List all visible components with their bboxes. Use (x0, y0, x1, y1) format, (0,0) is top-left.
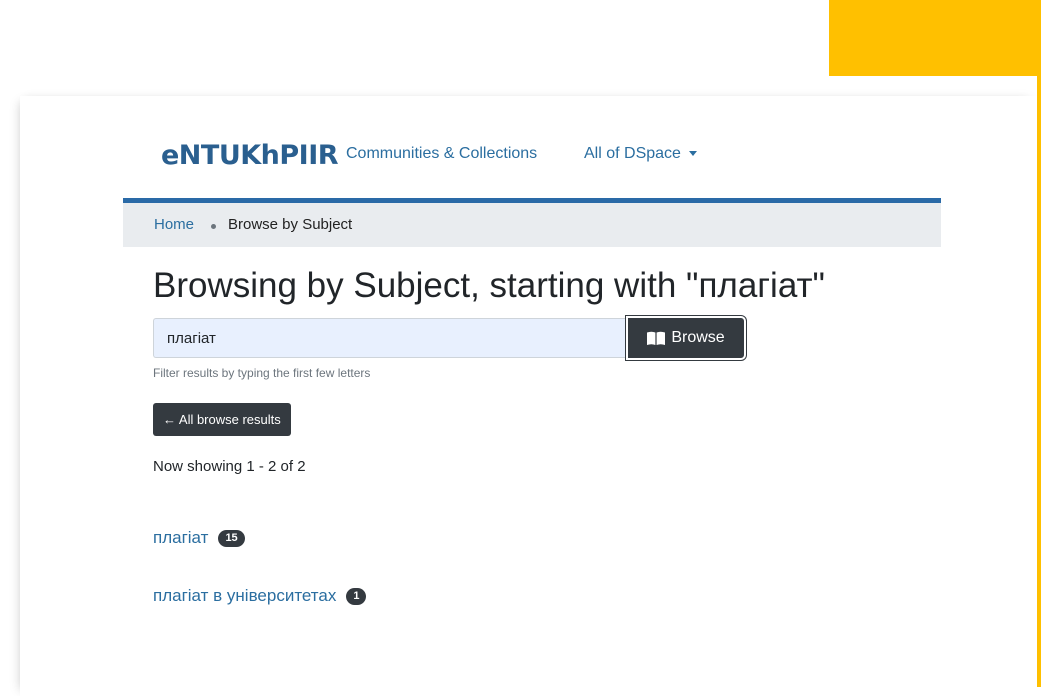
result-count-badge: 15 (218, 529, 245, 547)
page-title: Browsing by Subject, starting with "плаг… (153, 266, 825, 305)
logo-wordmark: eNTUKhPIIR (161, 139, 339, 171)
all-browse-results-button[interactable]: ← All browse results (153, 403, 291, 436)
result-count-badge: 1 (346, 587, 367, 605)
results-count-text: Now showing 1 - 2 of 2 (153, 458, 306, 475)
site-logo[interactable]: eNTUKhPIIR (155, 137, 339, 173)
browse-button-label: Browse (671, 329, 725, 346)
book-icon (647, 331, 666, 345)
nav-all-of-dspace-label: All of DSpace (584, 145, 681, 162)
result-item[interactable]: плагіат 15 (153, 528, 245, 548)
result-label: плагіат (153, 528, 209, 547)
yellow-accent-block (829, 0, 1041, 76)
yellow-accent-line (1037, 76, 1041, 687)
nav-all-of-dspace[interactable]: All of DSpace (584, 145, 697, 163)
navbar: eNTUKhPIIR Communities & Collections All… (123, 124, 941, 198)
browse-button[interactable]: Browse (628, 318, 744, 358)
breadcrumb-home-link[interactable]: Home (154, 216, 194, 233)
breadcrumb-current: Browse by Subject (228, 216, 353, 233)
filter-help-text: Filter results by typing the first few l… (153, 366, 371, 380)
caret-down-icon (688, 151, 697, 157)
result-label: плагіат в університетах (153, 586, 337, 605)
result-item[interactable]: плагіат в університетах 1 (153, 586, 367, 606)
breadcrumb-separator-dot (211, 224, 216, 229)
browse-filter-input[interactable] (153, 318, 628, 358)
nav-communities-collections[interactable]: Communities & Collections (346, 145, 537, 163)
breadcrumb: Home Browse by Subject (123, 203, 941, 247)
